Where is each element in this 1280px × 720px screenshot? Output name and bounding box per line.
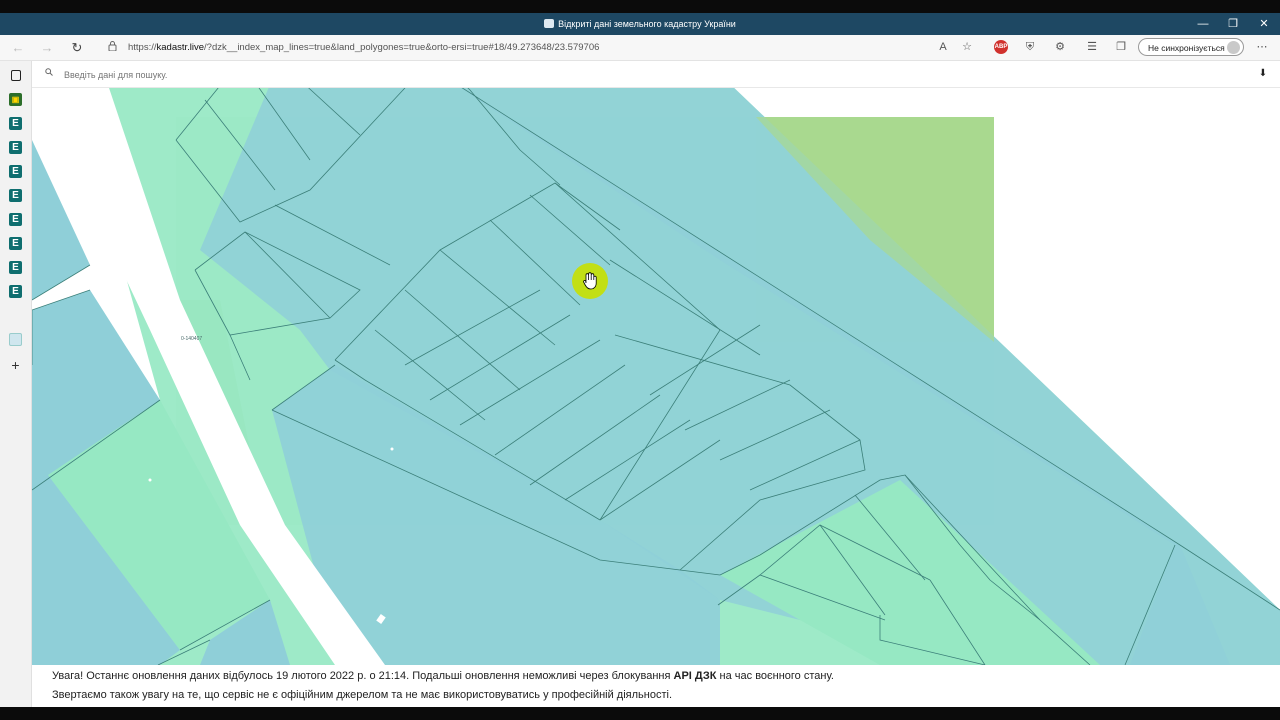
screen-top-border [0,0,1280,13]
sidebar-item-e-7[interactable]: E [9,261,22,274]
notice-line-1-end: на час воєнного стану. [716,670,834,682]
app-icon[interactable]: ▣ [9,93,22,106]
sidebar-item-e-1[interactable]: E [9,117,22,130]
notice-api-label: API ДЗК [673,670,717,682]
sidebar-item-e-5[interactable]: E [9,213,22,226]
sidebar-item-e-2[interactable]: E [9,141,22,154]
url-prefix: https:// [128,42,157,53]
url-host: kadastr.live [156,42,205,53]
tabs-icon[interactable] [11,70,21,81]
warning-notice: Увага! Останнє оновлення даних відбулось… [32,665,1280,707]
sidebar-item-e-6[interactable]: E [9,237,22,250]
favorites-icon[interactable]: ☰ [1085,40,1099,54]
minimize-button[interactable]: — [1188,13,1218,35]
address-bar: ← → ↻ https://kadastr.live/?dzk__index_m… [0,35,1280,61]
profile-button[interactable]: Не синхронізується [1138,38,1244,56]
browser-sidebar: ▣ E E E E E E E E + [0,61,32,707]
map-point-marker [390,447,394,451]
search-input[interactable] [62,65,966,84]
sidebar-item-e-3[interactable]: E [9,165,22,178]
extensions-icon[interactable]: ⚙ [1053,40,1067,54]
sidebar-item-e-8[interactable]: E [9,285,22,298]
map-point-marker-left [148,478,152,482]
lock-icon[interactable] [108,41,117,51]
adblock-icon[interactable]: ABP [994,40,1008,54]
window-title-text: Відкриті дані земельного кадастру Україн… [558,19,736,29]
favorite-star-icon[interactable]: ☆ [960,40,974,54]
read-aloud-icon[interactable]: A [936,40,950,54]
sidebar-item-e-4[interactable]: E [9,189,22,202]
profile-label: Не синхронізується [1148,43,1225,53]
forward-arrow-icon[interactable]: → [36,35,58,60]
download-icon[interactable]: ⬇ [1256,67,1270,81]
more-menu-icon[interactable]: ⋯ [1255,40,1269,54]
parcel-number-label: 0-140407 [181,336,202,342]
back-arrow-icon[interactable]: ← [7,35,29,60]
notice-line-2: Звертаємо також увагу на те, що сервіс н… [52,689,673,701]
notice-line-1: Увага! Останнє оновлення даних відбулось… [52,670,834,682]
search-icon [45,68,53,76]
url-path: /?dzk__index_map_lines=true&land_polygon… [204,42,600,53]
kadastr-icon[interactable] [9,333,22,346]
notice-line-1-text: Увага! Останнє оновлення даних відбулось… [52,670,674,682]
site-favicon-icon [544,19,555,28]
screen-bottom-border [0,707,1280,720]
map-canvas[interactable]: 0-140407 [32,61,1280,665]
close-window-button[interactable]: ✕ [1249,13,1279,35]
reload-icon[interactable]: ↻ [66,35,88,60]
window-title: Відкриті дані земельного кадастру Україн… [0,13,1280,35]
plus-icon[interactable]: + [9,358,22,372]
maximize-button[interactable]: ❐ [1218,13,1248,35]
shield-icon[interactable]: ⛨ [1023,40,1037,54]
window-titlebar: Відкриті дані земельного кадастру Україн… [0,13,1280,35]
map-search-bar: ⬇ [32,61,1280,88]
avatar [1227,41,1240,54]
map-view[interactable]: 0-140407 [32,61,1280,665]
url-field[interactable]: https://kadastr.live/?dzk__index_map_lin… [128,35,599,60]
collections-icon[interactable]: ❐ [1114,40,1128,54]
